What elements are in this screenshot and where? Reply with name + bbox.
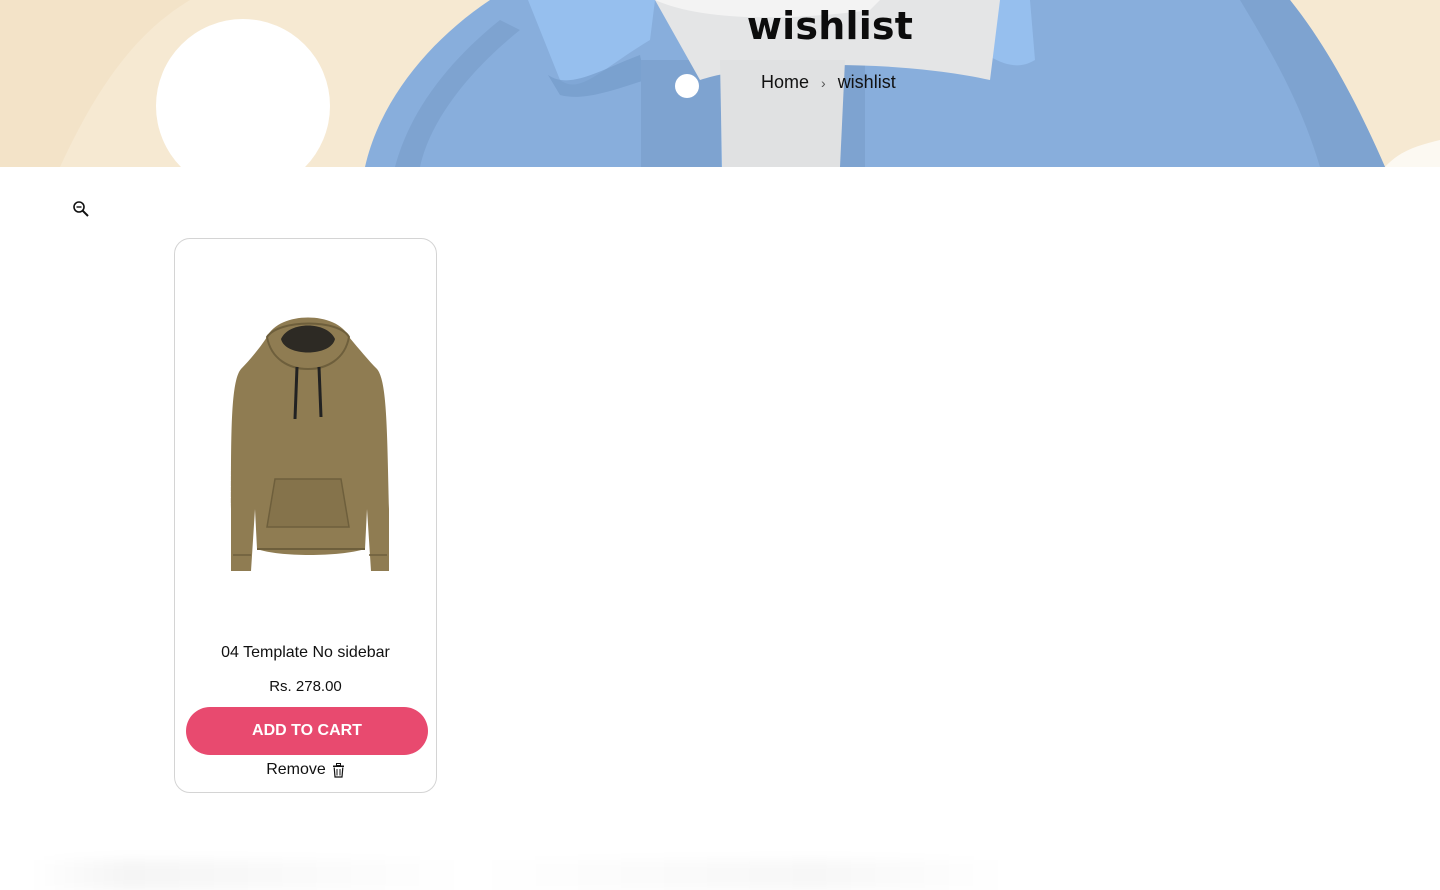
breadcrumb-home-link[interactable]: Home: [761, 72, 809, 93]
zoom-out-icon[interactable]: [72, 200, 90, 218]
product-price: Rs. 278.00: [269, 678, 342, 695]
wishlist-product-card: 04 Template No sidebar Rs. 278.00 ADD TO…: [174, 238, 437, 793]
remove-button[interactable]: Remove: [175, 761, 436, 779]
hoodie-image[interactable]: [219, 309, 395, 579]
breadcrumb-separator-icon: ›: [821, 74, 826, 91]
page-title: wishlist: [746, 4, 914, 48]
breadcrumb: Home › wishlist: [761, 72, 896, 93]
remove-label: Remove: [266, 761, 326, 778]
page-banner: wishlist Home › wishlist: [0, 0, 1440, 167]
product-title[interactable]: 04 Template No sidebar: [175, 644, 436, 662]
add-to-cart-button[interactable]: ADD TO CART: [186, 707, 428, 755]
footer-edge: [30, 860, 1010, 890]
breadcrumb-current: wishlist: [837, 72, 896, 92]
trash-icon: [332, 762, 344, 778]
